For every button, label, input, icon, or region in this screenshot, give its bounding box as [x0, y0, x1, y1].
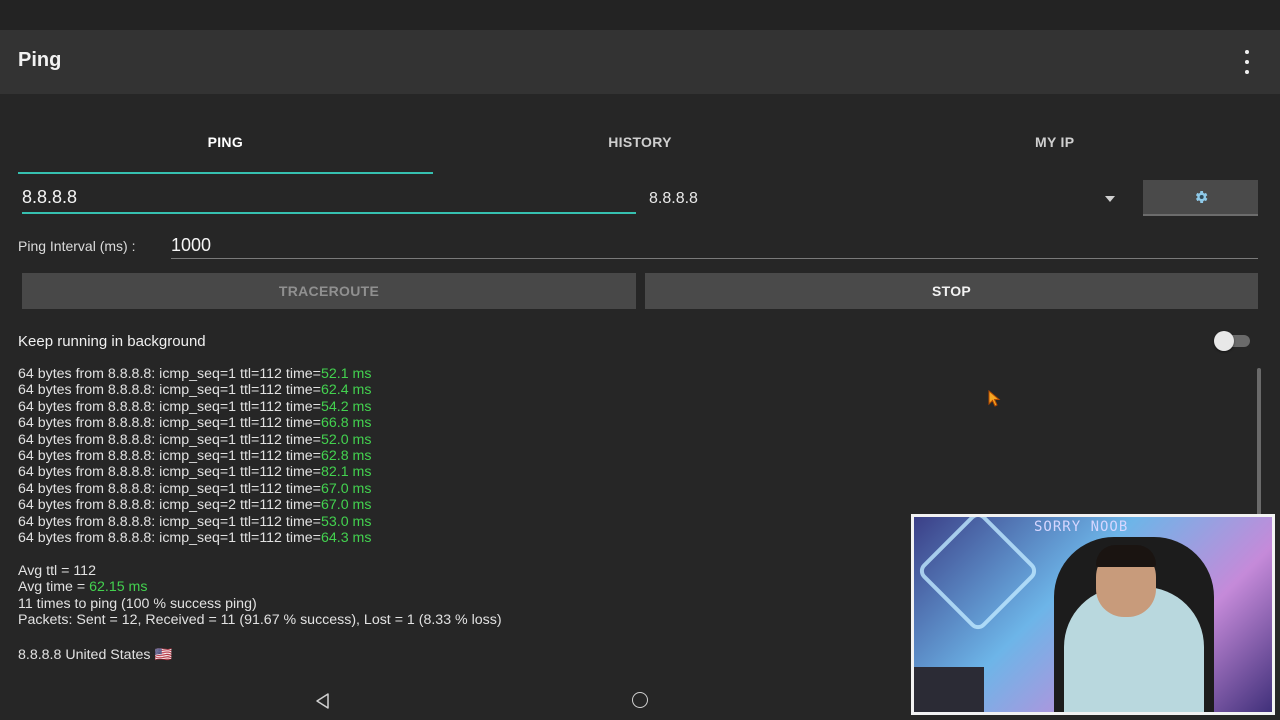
tab-ping[interactable]: PING	[18, 118, 433, 174]
log-line: 64 bytes from 8.8.8.8: icmp_seq=1 ttl=11…	[18, 415, 372, 432]
response-time: 52.0 ms	[320, 431, 372, 448]
response-time: 64.3 ms	[320, 529, 372, 546]
log-line: 64 bytes from 8.8.8.8: icmp_seq=1 ttl=11…	[18, 431, 372, 448]
tab-my-ip[interactable]: MY IP	[847, 118, 1262, 174]
ping-interval-input[interactable]: 1000	[171, 232, 1258, 259]
webcam-neon-sign: SORRY NOOB	[1034, 519, 1129, 535]
stop-button[interactable]: STOP	[645, 273, 1258, 309]
home-icon[interactable]	[632, 692, 648, 708]
response-time: 82.1 ms	[320, 464, 372, 481]
response-time: 54.2 ms	[320, 398, 372, 415]
response-time: 67.0 ms	[320, 480, 372, 497]
mouse-cursor-icon	[988, 390, 1001, 407]
log-line: 64 bytes from 8.8.8.8: icmp_seq=1 ttl=11…	[18, 382, 372, 399]
us-flag-icon: 🇺🇸	[154, 647, 173, 663]
log-line: 64 bytes from 8.8.8.8: icmp_seq=1 ttl=11…	[18, 398, 372, 415]
app-title: Ping	[18, 49, 62, 71]
avg-time-value: 62.15 ms	[89, 579, 148, 596]
app-bar: Ping	[0, 30, 1280, 94]
response-time: 53.0 ms	[320, 513, 372, 530]
webcam-overlay: SORRY NOOB	[911, 514, 1275, 715]
keep-running-label: Keep running in background	[18, 333, 206, 350]
ip-location-text: 8.8.8.8 United States	[18, 647, 151, 663]
avg-ttl: Avg ttl = 112	[18, 563, 96, 579]
gear-icon	[1195, 191, 1207, 203]
status-bar	[0, 0, 1280, 30]
back-icon[interactable]	[314, 692, 332, 710]
ping-count-summary: 11 times to ping (100 % success ping)	[18, 595, 257, 612]
response-time: 52.1 ms	[320, 366, 372, 382]
host-dropdown-value: 8.8.8.8	[649, 190, 698, 207]
dropdown-arrow-icon	[1105, 196, 1115, 202]
avg-time: Avg time = 62.15 ms	[18, 579, 148, 596]
ip-location: 8.8.8.8 United States 🇺🇸	[18, 647, 172, 663]
settings-button[interactable]	[1143, 180, 1258, 216]
response-time: 62.4 ms	[320, 382, 372, 399]
overflow-menu-icon[interactable]	[1236, 50, 1258, 74]
traceroute-button[interactable]: TRACEROUTE	[22, 273, 636, 309]
host-dropdown[interactable]: 8.8.8.8	[649, 184, 1119, 214]
response-time: 66.8 ms	[320, 415, 372, 432]
log-line: 64 bytes from 8.8.8.8: icmp_seq=1 ttl=11…	[18, 366, 372, 382]
log-line: 64 bytes from 8.8.8.8: icmp_seq=1 ttl=11…	[18, 480, 372, 497]
log-line: 64 bytes from 8.8.8.8: icmp_seq=1 ttl=11…	[18, 447, 372, 464]
ping-stats: Avg ttl = 112 Avg time = 62.15 ms 11 tim…	[18, 563, 502, 629]
log-line: 64 bytes from 8.8.8.8: icmp_seq=1 ttl=11…	[18, 464, 372, 481]
log-line: 64 bytes from 8.8.8.8: icmp_seq=2 ttl=11…	[18, 497, 372, 514]
response-time: 67.0 ms	[320, 497, 372, 514]
packets-summary: Packets: Sent = 12, Received = 11 (91.67…	[18, 612, 502, 629]
tab-history[interactable]: HISTORY	[433, 118, 848, 174]
keep-running-toggle[interactable]	[1214, 331, 1250, 351]
tab-bar: PING HISTORY MY IP	[18, 118, 1262, 174]
host-input[interactable]: 8.8.8.8	[22, 182, 636, 214]
ping-interval-label: Ping Interval (ms) :	[18, 238, 136, 254]
response-time: 62.8 ms	[320, 447, 372, 464]
log-scrollbar[interactable]	[1257, 368, 1261, 518]
